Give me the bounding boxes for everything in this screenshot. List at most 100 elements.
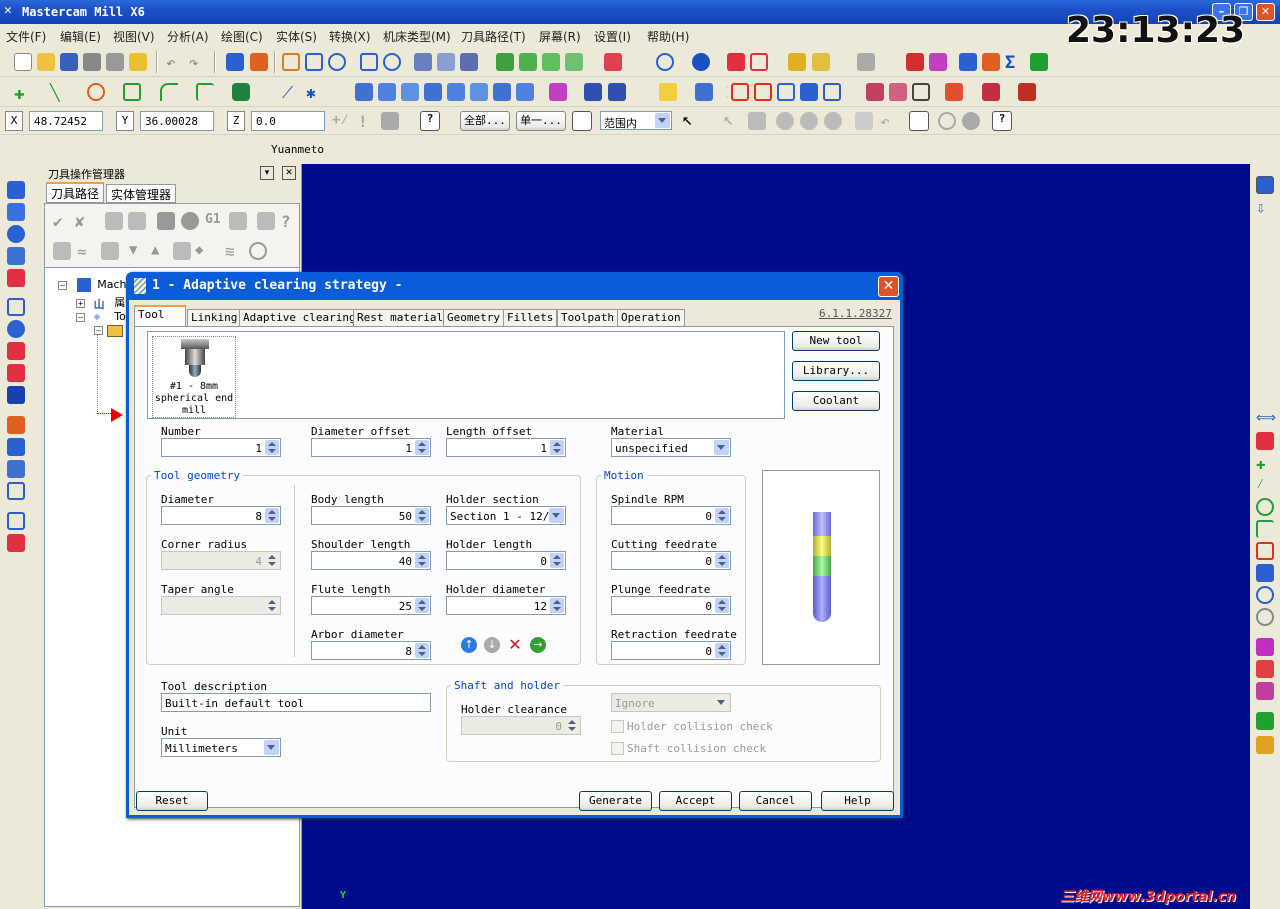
body-length-input[interactable]: 50	[311, 506, 431, 525]
accept-button[interactable]: Accept	[659, 791, 732, 811]
move-down-icon[interactable]: ▼	[129, 242, 147, 260]
tab-tool[interactable]: Tool	[134, 305, 186, 327]
left-tool-5-icon[interactable]	[7, 269, 25, 287]
wand-icon[interactable]	[857, 53, 875, 71]
cube-icon[interactable]	[823, 83, 841, 101]
menu-analyze[interactable]: 分析(A)	[167, 28, 209, 45]
menu-settings[interactable]: 设置(I)	[594, 28, 631, 45]
settings-icon[interactable]	[129, 53, 147, 71]
ops-help-icon[interactable]: ?	[281, 212, 299, 231]
insert-arrow-icon[interactable]	[173, 242, 191, 260]
pencil-icon[interactable]	[800, 83, 818, 101]
holder-clearance-input[interactable]: 0	[461, 716, 581, 735]
left-tool-10-icon[interactable]	[7, 386, 25, 404]
tree-node-machine[interactable]: – Machin	[58, 278, 137, 292]
panel-close-icon[interactable]: ✕	[282, 166, 296, 180]
shaft-collision-checkbox[interactable]	[611, 742, 624, 755]
xform-offset-icon[interactable]	[424, 83, 442, 101]
fit-icon[interactable]	[282, 53, 300, 71]
tool2-icon[interactable]	[460, 53, 478, 71]
open-file-icon[interactable]	[37, 53, 55, 71]
right-tool-12-icon[interactable]	[1256, 608, 1274, 626]
move-section-down-icon[interactable]: ↓	[484, 637, 500, 653]
g1-icon[interactable]: G1	[205, 212, 223, 230]
help-tool-icon[interactable]	[906, 53, 924, 71]
collision-mode-select[interactable]: Ignore	[611, 693, 731, 712]
front-view-icon[interactable]	[542, 53, 560, 71]
menu-view[interactable]: 视图(V)	[113, 28, 155, 45]
add-section-icon[interactable]: →	[530, 637, 546, 653]
no-select-icon[interactable]	[938, 112, 956, 130]
sel-icon-8[interactable]	[962, 112, 980, 130]
analyze-icon[interactable]	[788, 53, 806, 71]
menu-edit[interactable]: 编辑(E)	[60, 28, 101, 45]
sigma-icon[interactable]: Σ	[1005, 53, 1023, 73]
menu-toolpaths[interactable]: 刀具路径(T)	[461, 28, 526, 45]
move-section-up-icon[interactable]: ↑	[461, 637, 477, 653]
tab-toolpath[interactable]: Toolpath	[557, 309, 618, 326]
left-tool-11-icon[interactable]	[7, 416, 25, 434]
new-tool-button[interactable]: New tool	[792, 331, 880, 351]
cplane-icon[interactable]	[604, 53, 622, 71]
sel-icon-6[interactable]: ↶	[880, 112, 898, 131]
repaint-icon[interactable]	[250, 53, 268, 71]
new-file-icon[interactable]	[14, 53, 32, 71]
right-tool-5-icon[interactable]: ✚	[1256, 454, 1274, 473]
tab-geometry[interactable]: Geometry	[443, 309, 504, 326]
material-select[interactable]: unspecified	[611, 438, 731, 457]
help-question-icon[interactable]: ?	[420, 111, 440, 131]
break-icon[interactable]: ✱	[306, 83, 324, 102]
holder-diameter-input[interactable]: 12	[446, 596, 566, 615]
panel-dropdown-icon[interactable]: ▾	[260, 166, 274, 180]
right-tool-1-icon[interactable]	[1256, 176, 1274, 194]
select-single-button[interactable]: 单一...	[516, 111, 566, 131]
tab-adaptive-clearing[interactable]: Adaptive clearing	[239, 309, 360, 326]
coolant-button[interactable]: Coolant	[792, 391, 880, 411]
post-ops-icon[interactable]	[229, 212, 247, 230]
pointer2-icon[interactable]: ↖	[723, 111, 741, 129]
diameter-input[interactable]: 8	[161, 506, 281, 525]
xform-mirror-icon[interactable]	[355, 83, 373, 101]
y-coordinate-input[interactable]: 36.00028	[140, 111, 214, 131]
xform-scale-icon[interactable]	[401, 83, 419, 101]
pan-icon[interactable]	[226, 53, 244, 71]
xform-array-icon[interactable]	[470, 83, 488, 101]
left-tool-2-icon[interactable]	[7, 203, 25, 221]
taper-angle-input[interactable]	[161, 596, 281, 615]
toggle-posting-icon[interactable]	[101, 242, 119, 260]
holder-length-input[interactable]: 0	[446, 551, 566, 570]
zoom-window-icon[interactable]	[305, 53, 323, 71]
light-icon[interactable]	[659, 83, 677, 101]
left-tool-8-icon[interactable]	[7, 342, 25, 360]
right-tool-6-icon[interactable]: ⁄	[1256, 476, 1274, 494]
x-coordinate-input[interactable]: 48.72452	[29, 111, 103, 131]
help-question2-icon[interactable]: ?	[992, 111, 1012, 131]
sel-icon-3[interactable]	[800, 112, 818, 130]
tool-icon[interactable]	[437, 53, 455, 71]
menu-draw[interactable]: 绘图(C)	[221, 28, 263, 45]
dialog-close-button[interactable]: ✕	[878, 276, 899, 297]
tab-linking[interactable]: Linking	[187, 309, 242, 326]
tab-operation[interactable]: Operation	[617, 309, 685, 326]
circle-icon[interactable]	[87, 83, 105, 101]
menu-screen[interactable]: 屏幕(R)	[539, 28, 581, 45]
tree-node-properties[interactable]: + 山 属	[76, 294, 125, 311]
sel-icon-1[interactable]	[748, 112, 766, 130]
retraction-feedrate-input[interactable]: 0	[611, 641, 731, 660]
left-tool-1-icon[interactable]	[7, 181, 25, 199]
zoom-out-icon[interactable]	[383, 53, 401, 71]
left-tool-6-icon[interactable]	[7, 298, 25, 316]
sel-icon-5[interactable]	[855, 112, 873, 130]
verify-select-icon[interactable]	[572, 111, 592, 131]
right-tool-7-icon[interactable]	[1256, 498, 1274, 516]
only-display-icon[interactable]: ≋	[225, 242, 243, 261]
tool-description-input[interactable]: Built-in default tool	[161, 693, 431, 712]
unzoom-icon[interactable]	[360, 53, 378, 71]
redo-icon[interactable]: ↷	[189, 53, 207, 72]
backplot-ops-icon[interactable]	[157, 212, 175, 230]
delete-section-icon[interactable]: ✕	[507, 635, 523, 654]
attribute-icon[interactable]	[695, 83, 713, 101]
help-button[interactable]: Help	[821, 791, 894, 811]
print-icon[interactable]	[83, 53, 101, 71]
backplot-icon[interactable]	[982, 53, 1000, 71]
